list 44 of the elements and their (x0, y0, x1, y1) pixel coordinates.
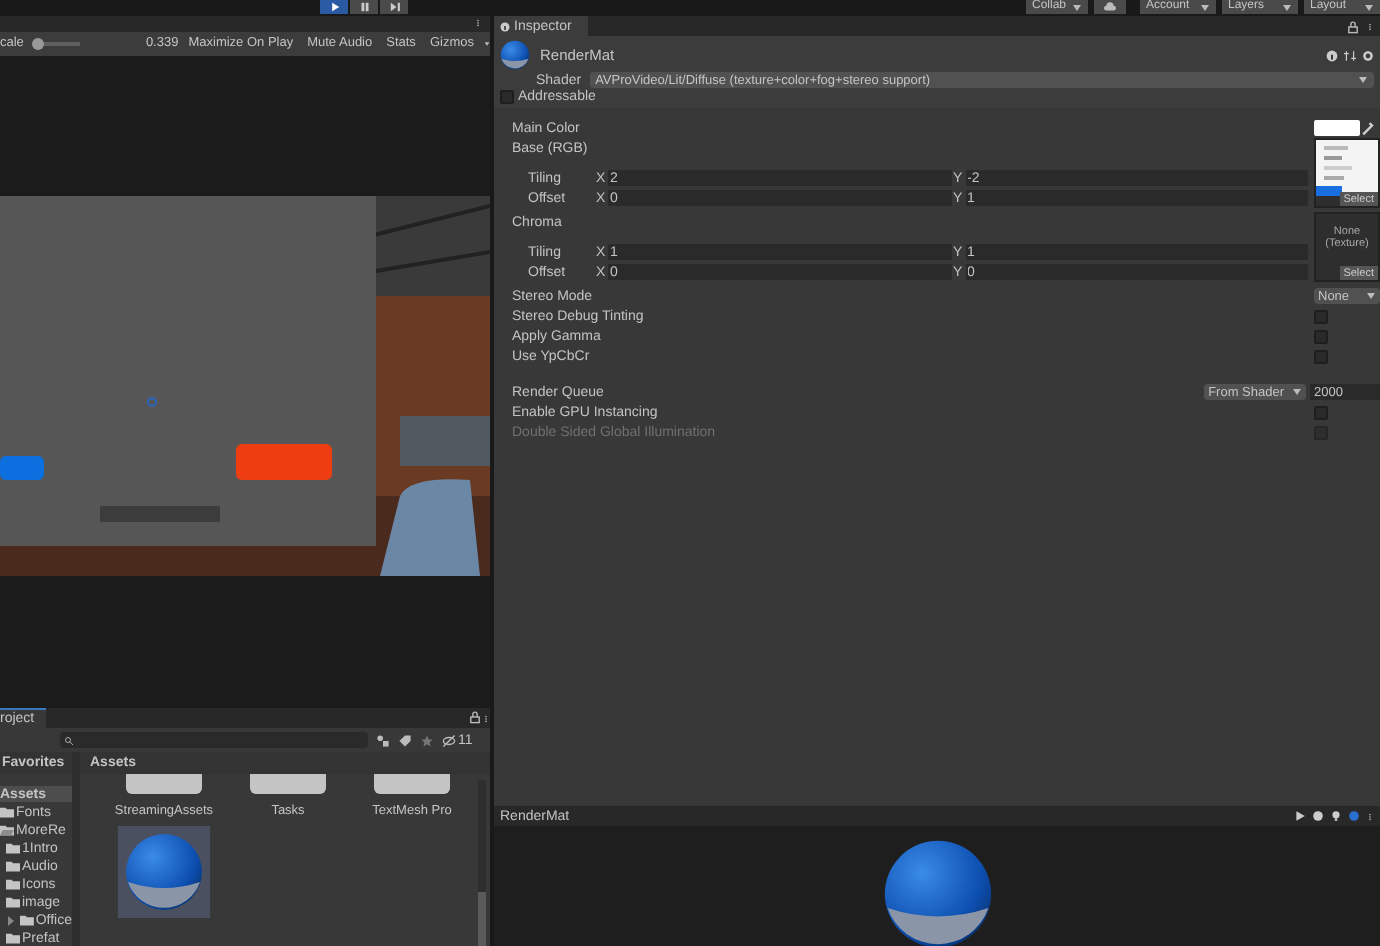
search-field[interactable] (60, 732, 368, 748)
play-icon[interactable] (1294, 809, 1306, 821)
hidden-eye-icon[interactable] (442, 733, 456, 747)
slider-thumb[interactable] (31, 37, 44, 50)
color-swatch[interactable] (1314, 120, 1360, 136)
filter-by-type-icon[interactable] (376, 733, 390, 747)
caret-icon (1200, 3, 1210, 11)
tag-icon[interactable] (398, 733, 412, 747)
caret-icon (1364, 3, 1374, 11)
checkbox[interactable] (1314, 329, 1328, 343)
step-button[interactable] (380, 0, 408, 14)
play-button[interactable] (320, 0, 348, 14)
star-icon[interactable] (420, 733, 434, 747)
settings-icon[interactable] (1362, 49, 1374, 61)
lock-icon[interactable] (1346, 19, 1360, 33)
pause-button[interactable] (350, 0, 378, 14)
checkbox[interactable] (1314, 349, 1328, 363)
cloud-icon (1104, 2, 1116, 12)
scrollbar-thumb[interactable] (478, 892, 486, 946)
help-icon[interactable] (1326, 49, 1338, 61)
cloud-button[interactable] (1094, 0, 1126, 14)
caret-icon (1358, 76, 1368, 84)
dropdown-caret-icon (483, 39, 490, 48)
folder-icon (0, 806, 14, 818)
sphere-icon[interactable] (1312, 809, 1324, 821)
eyedropper-icon[interactable] (1360, 120, 1376, 136)
pause-icon (357, 0, 371, 14)
checkbox[interactable] (1314, 309, 1328, 323)
info-icon (500, 21, 510, 31)
material-sphere-icon (124, 832, 204, 912)
light-icon[interactable] (1330, 809, 1342, 821)
checkbox[interactable] (1314, 405, 1328, 419)
checkbox[interactable] (500, 90, 514, 104)
caret-icon (1292, 388, 1302, 396)
material-sphere-icon (500, 40, 530, 70)
caret-icon (1072, 3, 1082, 11)
sliders-icon[interactable] (1344, 49, 1356, 61)
expand-arrow-icon[interactable] (8, 915, 15, 925)
search-icon[interactable] (64, 735, 74, 745)
caret-icon (1366, 292, 1376, 300)
open-folder-icon (0, 824, 14, 836)
step-icon (387, 0, 401, 14)
caret-icon (1282, 3, 1292, 11)
lock-icon[interactable] (468, 709, 482, 723)
